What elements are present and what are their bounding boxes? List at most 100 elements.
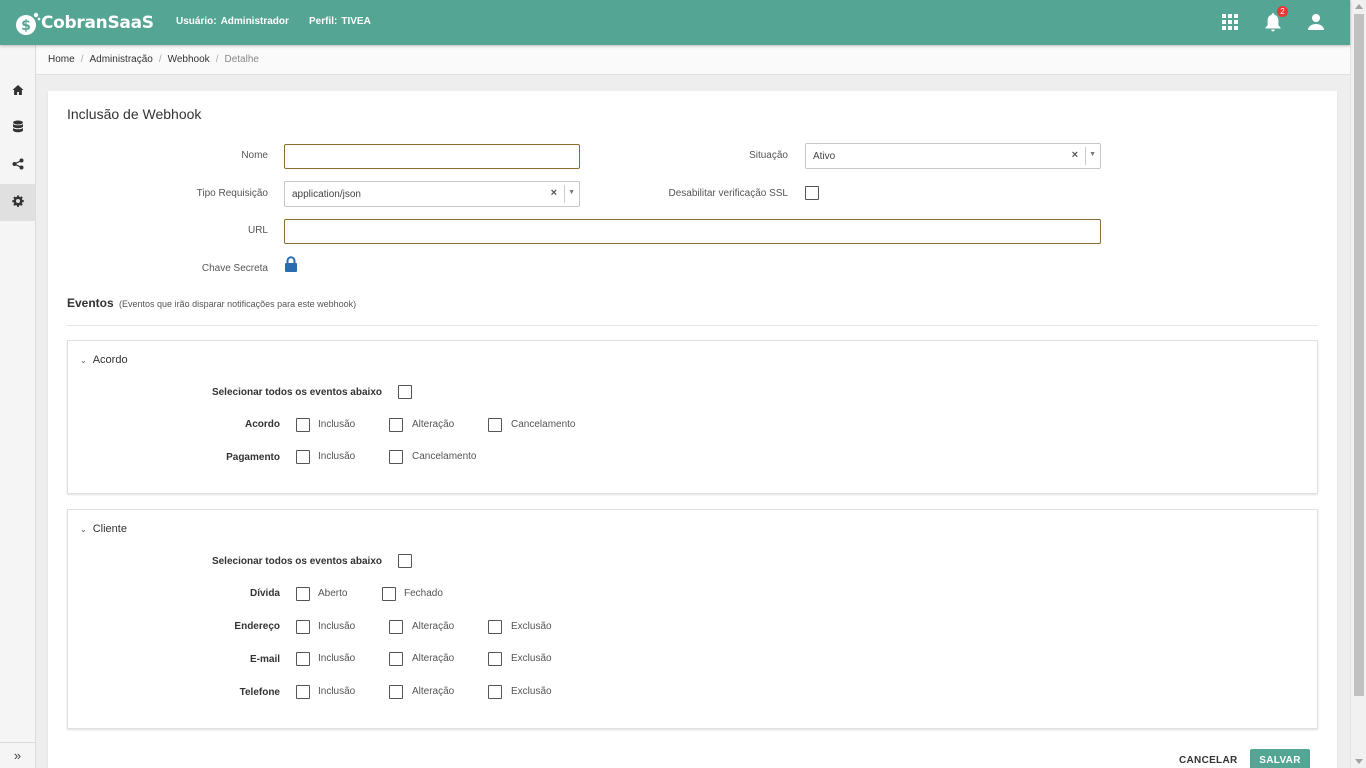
page-scrollbar[interactable] [1350, 0, 1366, 768]
breadcrumb-separator: / [215, 54, 219, 65]
checkbox-telefone-exclusao[interactable] [488, 685, 502, 699]
sidebar-expand-button[interactable]: » [0, 742, 35, 768]
situacao-value: Ativo [813, 151, 836, 162]
checkbox-telefone-alteracao[interactable] [389, 685, 403, 699]
option-label: Cancelamento [412, 451, 477, 462]
svg-text:$: $ [21, 18, 31, 34]
tipo-requisicao-label: Tipo Requisição [196, 188, 268, 199]
breadcrumb-separator: / [80, 54, 84, 65]
checkbox-acordo-cancelamento[interactable] [488, 418, 502, 432]
breadcrumb: Home / Administração / Webhook / Detalhe [36, 45, 1350, 75]
ssl-checkbox[interactable] [805, 186, 819, 200]
panel-acordo-title: Acordo [92, 354, 128, 366]
tipo-requisicao-value: application/json [292, 189, 361, 200]
sidebar-item-home[interactable] [0, 73, 35, 110]
clear-icon[interactable]: × [1072, 149, 1078, 161]
option-label: Alteração [412, 419, 455, 430]
option-label: Alteração [412, 686, 455, 697]
notifications-button[interactable]: 2 [1264, 6, 1288, 35]
checkbox-email-exclusao[interactable] [488, 652, 502, 666]
panel-acordo-header[interactable]: ⌄ Acordo [80, 354, 128, 366]
option-label: Cancelamento [511, 419, 576, 430]
scroll-down-icon[interactable] [1355, 759, 1363, 764]
checkbox-divida-fechado[interactable] [382, 587, 396, 601]
option-label: Alteração [412, 653, 455, 664]
nome-label: Nome [241, 150, 268, 161]
option-label: Fechado [404, 588, 443, 599]
checkbox-email-alteracao[interactable] [389, 652, 403, 666]
chevron-down-icon[interactable]: ▼ [568, 189, 575, 196]
tipo-requisicao-select[interactable]: application/json × ▼ [284, 181, 580, 207]
option-label: Inclusão [318, 686, 356, 697]
panel-cliente-title: Cliente [92, 523, 127, 535]
person-icon[interactable] [1307, 12, 1327, 32]
breadcrumb-home[interactable]: Home [48, 54, 75, 65]
row-label-divida: Dívida [249, 588, 280, 599]
chevron-down-icon[interactable]: ▼ [1089, 151, 1096, 158]
option-label: Inclusão [318, 653, 356, 664]
row-label-pagamento: Pagamento [226, 452, 280, 463]
chave-secreta-label: Chave Secreta [201, 263, 268, 274]
top-app-bar: $ CobranSaaS Usuário: Administrador Perfi… [0, 0, 1350, 45]
sidebar: » [0, 45, 36, 768]
brand-logo[interactable]: $ CobranSaaS [15, 9, 154, 37]
clear-icon[interactable]: × [551, 187, 557, 199]
checkbox-pagamento-cancelamento[interactable] [389, 450, 403, 464]
database-icon [12, 120, 24, 137]
select-all-checkbox[interactable] [398, 385, 412, 399]
checkbox-divida-aberto[interactable] [296, 587, 310, 601]
save-button[interactable]: SALVAR [1250, 749, 1310, 768]
url-label: URL [247, 225, 268, 236]
eventos-title-text: Eventos [67, 296, 114, 310]
situacao-select[interactable]: Ativo × ▼ [805, 143, 1101, 169]
checkbox-telefone-inclusao[interactable] [296, 685, 310, 699]
checkbox-endereco-exclusao[interactable] [488, 620, 502, 634]
divider [67, 325, 1318, 326]
option-label: Exclusão [511, 621, 552, 632]
panel-cliente-header[interactable]: ⌄ Cliente [80, 523, 127, 535]
nome-input[interactable] [284, 144, 580, 169]
breadcrumb-administracao[interactable]: Administração [89, 54, 152, 65]
scrollbar-thumb[interactable] [1354, 14, 1364, 696]
select-divider [1085, 147, 1086, 165]
situacao-label: Situação [749, 150, 788, 161]
ssl-label: Desabilitar verificação SSL [668, 188, 789, 199]
select-all-label: Selecionar todos os eventos abaixo [211, 556, 382, 567]
breadcrumb-separator: / [158, 54, 162, 65]
row-label-telefone: Telefone [239, 687, 280, 698]
row-label-endereco: Endereço [234, 621, 280, 632]
profile-info: Perfil: TIVEA [309, 16, 371, 27]
lock-icon[interactable] [284, 256, 298, 273]
chevron-down-icon: ⌄ [80, 355, 87, 365]
sidebar-item-share[interactable] [0, 147, 35, 184]
select-all-label: Selecionar todos os eventos abaixo [211, 387, 382, 398]
bell-icon [1264, 13, 1282, 35]
profile-value: TIVEA [341, 16, 371, 27]
user-value: Administrador [220, 16, 289, 27]
breadcrumb-webhook[interactable]: Webhook [168, 54, 210, 65]
cancel-button[interactable]: CANCELAR [1179, 755, 1238, 766]
home-icon [12, 84, 24, 99]
panel-cliente: ⌄ Cliente Selecionar todos os eventos ab… [67, 509, 1318, 729]
checkbox-email-inclusao[interactable] [296, 652, 310, 666]
checkbox-acordo-alteracao[interactable] [389, 418, 403, 432]
scroll-up-icon[interactable] [1355, 4, 1363, 9]
sidebar-item-database[interactable] [0, 110, 35, 147]
option-label: Inclusão [318, 419, 356, 430]
option-label: Inclusão [318, 451, 356, 462]
checkbox-endereco-alteracao[interactable] [389, 620, 403, 634]
url-input[interactable] [284, 219, 1101, 244]
row-label-email: E-mail [249, 654, 280, 665]
share-icon [12, 158, 24, 173]
option-label: Aberto [318, 588, 348, 599]
webhook-form-card: Inclusão de Webhook Nome Situação Ativo … [48, 91, 1337, 768]
logo-icon: $ [15, 11, 41, 35]
checkbox-endereco-inclusao[interactable] [296, 620, 310, 634]
checkbox-pagamento-inclusao[interactable] [296, 450, 310, 464]
select-all-checkbox[interactable] [398, 554, 412, 568]
grid-icon[interactable] [1221, 12, 1241, 32]
notification-badge: 2 [1277, 6, 1288, 17]
checkbox-acordo-inclusao[interactable] [296, 418, 310, 432]
sidebar-item-settings[interactable] [0, 184, 35, 221]
profile-label: Perfil: [309, 16, 338, 27]
